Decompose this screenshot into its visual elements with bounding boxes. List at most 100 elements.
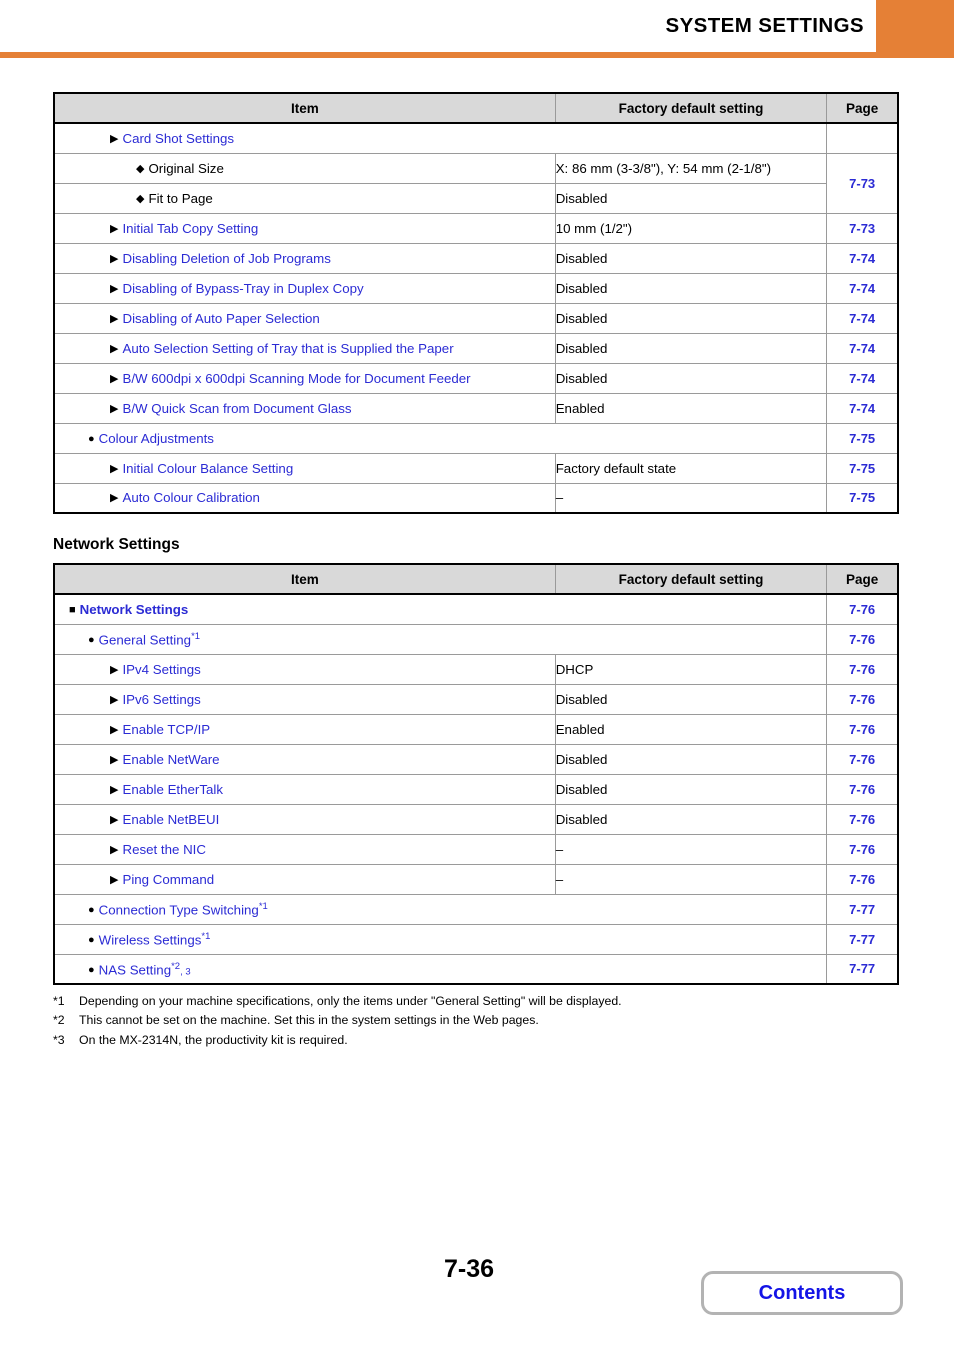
row-page-link[interactable]: 7-76 xyxy=(826,653,899,685)
triangle-bullet-icon: ▶ xyxy=(110,693,119,706)
row-value-cell: Disabled xyxy=(554,302,828,334)
footnote-item: *1 Depending on your machine specificatio… xyxy=(53,992,901,1011)
row-page-link xyxy=(826,122,899,154)
row-label-text: Initial Tab Copy Setting xyxy=(122,220,259,236)
table-header-row: Item Factory default setting Page xyxy=(53,563,899,595)
row-item-cell: ▶ Auto Colour Calibration xyxy=(53,482,556,514)
row-label[interactable]: ▶ Disabling Deletion of Job Programs xyxy=(55,251,555,266)
row-item-cell: ▶ Enable EtherTalk xyxy=(53,773,556,805)
table-row: ▶ Card Shot Settings xyxy=(53,122,899,154)
row-item-cell: ◆ Fit to Page xyxy=(53,182,556,214)
row-label-text: Initial Colour Balance Setting xyxy=(122,460,294,476)
row-page-link[interactable]: 7-74 xyxy=(826,302,899,334)
table-row: ● Wireless Settings*1 7-77 xyxy=(53,923,899,955)
row-page-link[interactable]: 7-76 xyxy=(826,773,899,805)
diamond-bullet-icon: ◆ xyxy=(136,162,145,175)
row-label[interactable]: ▶ Card Shot Settings xyxy=(55,131,826,146)
row-page-link[interactable]: 7-76 xyxy=(826,863,899,895)
row-item-cell: ● NAS Setting*2, 3 xyxy=(53,953,828,985)
table-row: ▶ B/W 600dpi x 600dpi Scanning Mode for D… xyxy=(53,362,899,394)
row-label[interactable]: ▶ Enable NetBEUI xyxy=(55,812,555,827)
contents-button[interactable]: Contents xyxy=(701,1271,903,1315)
row-label-text: NAS Setting xyxy=(98,961,172,977)
row-label[interactable]: ▶ Disabling of Bypass-Tray in Duplex Copy xyxy=(55,281,555,296)
row-label-text: Disabling of Auto Paper Selection xyxy=(122,310,320,326)
row-label[interactable]: ▶ Auto Colour Calibration xyxy=(55,490,555,505)
row-label[interactable]: ▶ Enable EtherTalk xyxy=(55,782,555,797)
table-row: ● Connection Type Switching*1 7-77 xyxy=(53,893,899,925)
footnote-marker-secondary: , 3 xyxy=(180,965,191,977)
table-header-row: Item Factory default setting Page xyxy=(53,92,899,124)
row-label[interactable]: ▶ Enable NetWare xyxy=(55,752,555,767)
row-page-link[interactable]: 7-76 xyxy=(826,713,899,745)
row-page-link[interactable]: 7-76 xyxy=(826,743,899,775)
triangle-bullet-icon: ▶ xyxy=(110,282,119,295)
row-label[interactable]: ▶ Initial Tab Copy Setting xyxy=(55,221,555,236)
row-value-cell: Disabled xyxy=(554,803,828,835)
row-value-cell: – xyxy=(554,482,828,514)
row-label[interactable]: ● General Setting*1 xyxy=(55,631,826,647)
triangle-bullet-icon: ▶ xyxy=(110,132,119,145)
row-label[interactable]: ● NAS Setting*2, 3 xyxy=(55,961,826,977)
table-row: ▶ B/W Quick Scan from Document Glass Enabl… xyxy=(53,392,899,424)
row-label-text: B/W Quick Scan from Document Glass xyxy=(122,400,352,416)
column-header-item: Item xyxy=(53,92,556,124)
triangle-bullet-icon: ▶ xyxy=(110,873,119,886)
triangle-bullet-icon: ▶ xyxy=(110,663,119,676)
row-label[interactable]: ▶ Initial Colour Balance Setting xyxy=(55,461,555,476)
row-page-link[interactable]: 7-74 xyxy=(826,362,899,394)
row-item-cell: ▶ Auto Selection Setting of Tray that is … xyxy=(53,332,556,364)
footnote-item: *3 On the MX-2314N, the productivity kit … xyxy=(53,1031,901,1050)
row-page-link[interactable]: 7-74 xyxy=(826,242,899,274)
row-page-link[interactable]: 7-76 xyxy=(826,833,899,865)
header-accent-rule xyxy=(0,52,954,58)
page-number: 7-36 xyxy=(444,1255,495,1283)
row-page-link[interactable]: 7-74 xyxy=(826,272,899,304)
footnote-item-mark: *2 xyxy=(53,1013,65,1028)
row-page-link[interactable]: 7-75 xyxy=(826,482,899,514)
row-label[interactable]: ● Colour Adjustments xyxy=(55,431,826,446)
row-label[interactable]: ■ Network Settings xyxy=(55,602,826,617)
footnote-item-text: This cannot be set on the machine. Set t… xyxy=(79,1013,539,1028)
page-header: SYSTEM SETTINGS xyxy=(0,0,954,58)
table-row: ● Colour Adjustments 7-75 xyxy=(53,422,899,454)
row-label[interactable]: ▶ Auto Selection Setting of Tray that is … xyxy=(55,341,555,356)
row-label[interactable]: ▶ IPv6 Settings xyxy=(55,692,555,707)
row-label-text: Disabling of Bypass-Tray in Duplex Copy xyxy=(122,280,364,296)
row-label[interactable]: ▶ B/W Quick Scan from Document Glass xyxy=(55,401,555,416)
row-page-link[interactable]: 7-76 xyxy=(826,593,899,625)
row-page-link[interactable]: 7-76 xyxy=(826,803,899,835)
row-page-link[interactable]: 7-76 xyxy=(826,623,899,655)
table-body: ■ Network Settings 7-76 ● General Setting*1 7… xyxy=(53,593,899,985)
footnote-item-text: On the MX-2314N, the productivity kit is… xyxy=(79,1032,348,1047)
row-label[interactable]: ● Connection Type Switching*1 xyxy=(55,901,826,917)
row-item-cell: ▶ IPv6 Settings xyxy=(53,683,556,715)
table-row: ◆ Original Size X: 86 mm (3-3/8"), Y: 54 m… xyxy=(53,152,899,214)
row-page-link[interactable]: 7-77 xyxy=(826,923,899,955)
row-page-link[interactable]: 7-74 xyxy=(826,392,899,424)
row-label[interactable]: ▶ B/W 600dpi x 600dpi Scanning Mode for D… xyxy=(55,371,555,386)
row-label[interactable]: ▶ Ping Command xyxy=(55,872,555,887)
row-page-link[interactable]: 7-73 xyxy=(826,152,899,214)
row-label[interactable]: ● Wireless Settings*1 xyxy=(55,931,826,947)
circle-bullet-icon: ● xyxy=(88,934,95,947)
row-value-cell: Enabled xyxy=(554,713,828,745)
row-page-link[interactable]: 7-77 xyxy=(826,953,899,985)
table-row: ▶ Auto Colour Calibration –7-75 xyxy=(53,482,899,514)
row-page-link[interactable]: 7-76 xyxy=(826,683,899,715)
row-page-link[interactable]: 7-75 xyxy=(826,452,899,484)
row-page-link[interactable]: 7-73 xyxy=(826,212,899,244)
row-label-text: Original Size xyxy=(148,160,224,176)
triangle-bullet-icon: ▶ xyxy=(110,462,119,475)
footnote-item: *2 This cannot be set on the machine. Set… xyxy=(53,1011,901,1030)
row-label[interactable]: ▶ Reset the NIC xyxy=(55,842,555,857)
row-label[interactable]: ▶ Enable TCP/IP xyxy=(55,722,555,737)
diamond-bullet-icon: ◆ xyxy=(136,192,145,205)
row-label[interactable]: ▶ IPv4 Settings xyxy=(55,662,555,677)
row-page-link[interactable]: 7-74 xyxy=(826,332,899,364)
table-row: ▶ IPv6 Settings Disabled 7-76 xyxy=(53,683,899,715)
row-label[interactable]: ▶ Disabling of Auto Paper Selection xyxy=(55,311,555,326)
row-page-link[interactable]: 7-77 xyxy=(826,893,899,925)
row-page-link[interactable]: 7-75 xyxy=(826,422,899,454)
table-row: ▶ Initial Tab Copy Setting 10 mm (1/2") 7-7… xyxy=(53,212,899,244)
